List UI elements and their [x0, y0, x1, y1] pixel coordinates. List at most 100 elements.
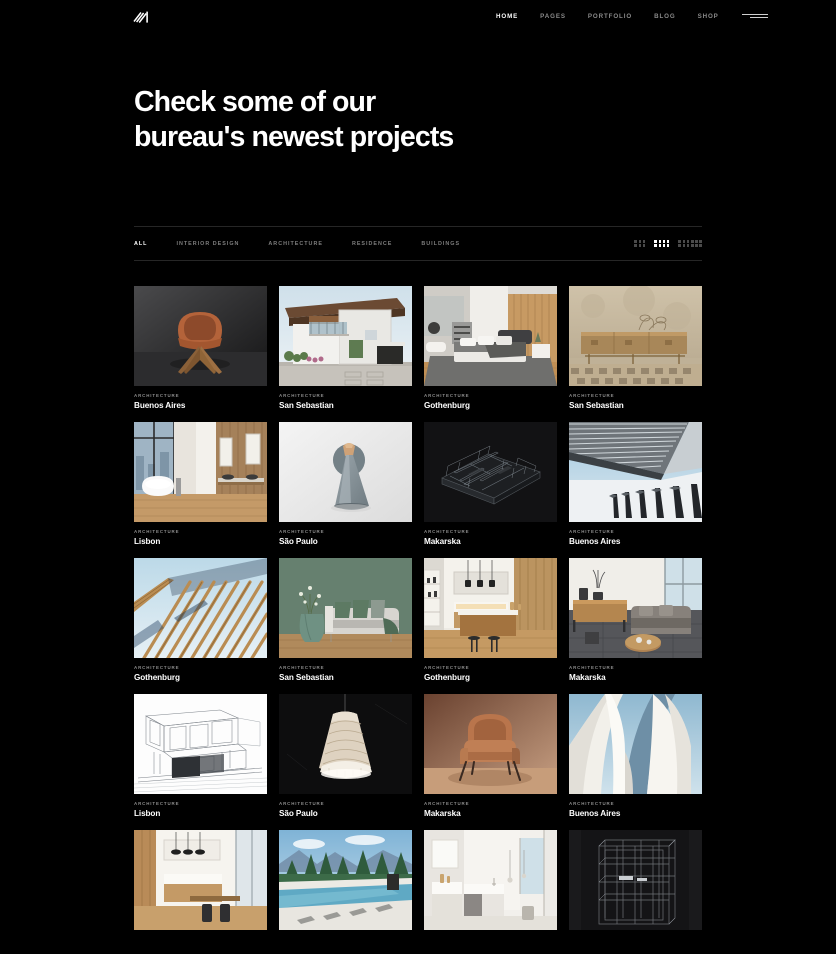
project-meta: ARCHITECTURE Buenos Aires [569, 522, 702, 546]
nav-item-home[interactable]: HOME [485, 13, 529, 20]
project-card[interactable]: ARCHITECTURE Makarska [424, 694, 557, 818]
project-meta: ARCHITECTURE Makarska [569, 658, 702, 682]
project-thumbnail[interactable] [569, 694, 702, 794]
project-title: San Sebastian [569, 401, 624, 410]
project-category: ARCHITECTURE [424, 665, 470, 670]
project-thumbnail[interactable] [134, 558, 267, 658]
project-thumbnail[interactable] [279, 694, 412, 794]
nav-item-blog[interactable]: BLOG [643, 13, 686, 20]
filter-all[interactable]: ALL [134, 241, 147, 247]
project-thumbnail[interactable] [569, 558, 702, 658]
project-card[interactable]: ARCHITECTURE San Sebastian [569, 286, 702, 410]
layout-dot-column [691, 240, 694, 247]
project-card[interactable]: ARCHITECTURE Gothenburg [424, 286, 557, 410]
project-thumbnail[interactable] [424, 286, 557, 386]
grid-4-columns-icon[interactable] [654, 240, 670, 247]
project-card[interactable]: ARCHITECTURE Buenos Aires [569, 422, 702, 546]
project-card[interactable]: ARCHITECTURE San Sebastian [279, 558, 412, 682]
project-meta: ARCHITECTURE Gothenburg [424, 658, 557, 682]
filter-buildings[interactable]: BUILDINGS [421, 241, 460, 247]
project-card[interactable]: ARCHITECTURE São Paulo [279, 422, 412, 546]
project-card[interactable] [569, 830, 702, 930]
page-title-line-1: Check some of our [134, 86, 376, 118]
project-title: Makarska [569, 673, 606, 682]
dark-3d-floorplan-wireframe-image [424, 422, 557, 522]
layout-dot-column [666, 240, 670, 247]
project-title: São Paulo [279, 809, 318, 818]
project-category: ARCHITECTURE [569, 529, 615, 534]
project-title: San Sebastian [279, 401, 334, 410]
project-card[interactable]: ARCHITECTURE San Sebastian [279, 286, 412, 410]
project-card[interactable]: ARCHITECTURE Gothenburg [424, 558, 557, 682]
grey-cone-wall-lamp-image [279, 422, 412, 522]
nav-item-pages[interactable]: PAGES [529, 13, 577, 20]
layout-dot-column [695, 240, 698, 247]
nav-item-shop[interactable]: SHOP [687, 13, 730, 20]
project-title: Makarska [424, 537, 461, 546]
project-thumbnail[interactable] [279, 422, 412, 522]
layout-dot-column [658, 240, 662, 247]
grid-3-columns-icon[interactable] [634, 240, 646, 247]
project-card[interactable]: ARCHITECTURE Buenos Aires [569, 694, 702, 818]
project-thumbnail[interactable] [569, 422, 702, 522]
project-title: Gothenburg [134, 673, 180, 682]
project-card[interactable]: ARCHITECTURE Makarska [424, 422, 557, 546]
black-wire-shelving-unit-image [569, 830, 702, 930]
project-category: ARCHITECTURE [134, 801, 180, 806]
project-meta: ARCHITECTURE San Sebastian [569, 386, 702, 410]
kitchen-wood-warm-daylight-image [134, 830, 267, 930]
project-thumbnail[interactable] [279, 286, 412, 386]
layout-dot-column [678, 240, 682, 247]
grey-bedroom-wood-panel-image [424, 286, 557, 386]
project-title: Buenos Aires [569, 537, 621, 546]
project-grid: ARCHITECTURE Buenos Aires ARCHITECTURE San… [134, 286, 702, 930]
project-thumbnail[interactable] [134, 286, 267, 386]
filter-architecture[interactable]: ARCHITECTURE [268, 241, 323, 247]
green-wall-sofa-living-room-image [279, 558, 412, 658]
project-thumbnail[interactable] [569, 286, 702, 386]
wood-slat-canopy-sky-image [134, 558, 267, 658]
project-card[interactable]: ARCHITECTURE Buenos Aires [134, 286, 267, 410]
filter-residence[interactable]: RESIDENCE [352, 241, 392, 247]
project-meta: ARCHITECTURE Makarska [424, 794, 557, 818]
project-meta: ARCHITECTURE Makarska [424, 522, 557, 546]
portfolio-page: HOME PAGES PORTFOLIO BLOG SHOP Check som… [0, 0, 836, 954]
category-filters: ALL INTERIOR DESIGN ARCHITECTURE RESIDEN… [134, 241, 489, 247]
grid-6-columns-icon[interactable] [678, 240, 702, 247]
project-thumbnail[interactable] [569, 830, 702, 930]
project-category: ARCHITECTURE [424, 801, 470, 806]
white-curved-forms-sky-image [569, 694, 702, 794]
logo[interactable] [131, 6, 153, 28]
project-card[interactable]: ARCHITECTURE Gothenburg [134, 558, 267, 682]
filter-interior-design[interactable]: INTERIOR DESIGN [176, 241, 239, 247]
project-category: ARCHITECTURE [424, 529, 470, 534]
project-thumbnail[interactable] [279, 558, 412, 658]
project-thumbnail[interactable] [424, 558, 557, 658]
project-thumbnail[interactable] [134, 422, 267, 522]
project-thumbnail[interactable] [134, 830, 267, 930]
project-card[interactable]: ARCHITECTURE Makarska [569, 558, 702, 682]
hamburger-menu-icon[interactable] [741, 11, 768, 21]
project-title: San Sebastian [279, 673, 334, 682]
project-title: Gothenburg [424, 401, 470, 410]
project-thumbnail[interactable] [134, 694, 267, 794]
nav-item-portfolio[interactable]: PORTFOLIO [577, 13, 643, 20]
project-thumbnail[interactable] [424, 830, 557, 930]
project-card[interactable] [424, 830, 557, 930]
project-title: Lisbon [134, 809, 161, 818]
pleated-pendant-lamp-dark-image [279, 694, 412, 794]
project-thumbnail[interactable] [424, 694, 557, 794]
project-card[interactable]: ARCHITECTURE Lisbon [134, 694, 267, 818]
project-card[interactable]: ARCHITECTURE São Paulo [279, 694, 412, 818]
site-header: HOME PAGES PORTFOLIO BLOG SHOP [0, 0, 836, 32]
project-card[interactable] [134, 830, 267, 930]
louvered-facade-sky-image [569, 422, 702, 522]
architectural-line-sketch-image [134, 694, 267, 794]
project-card[interactable]: ARCHITECTURE Lisbon [134, 422, 267, 546]
project-category: ARCHITECTURE [424, 393, 470, 398]
terracotta-armchair-image [424, 694, 557, 794]
project-thumbnail[interactable] [279, 830, 412, 930]
project-card[interactable] [279, 830, 412, 930]
project-thumbnail[interactable] [424, 422, 557, 522]
project-meta: ARCHITECTURE Lisbon [134, 794, 267, 818]
